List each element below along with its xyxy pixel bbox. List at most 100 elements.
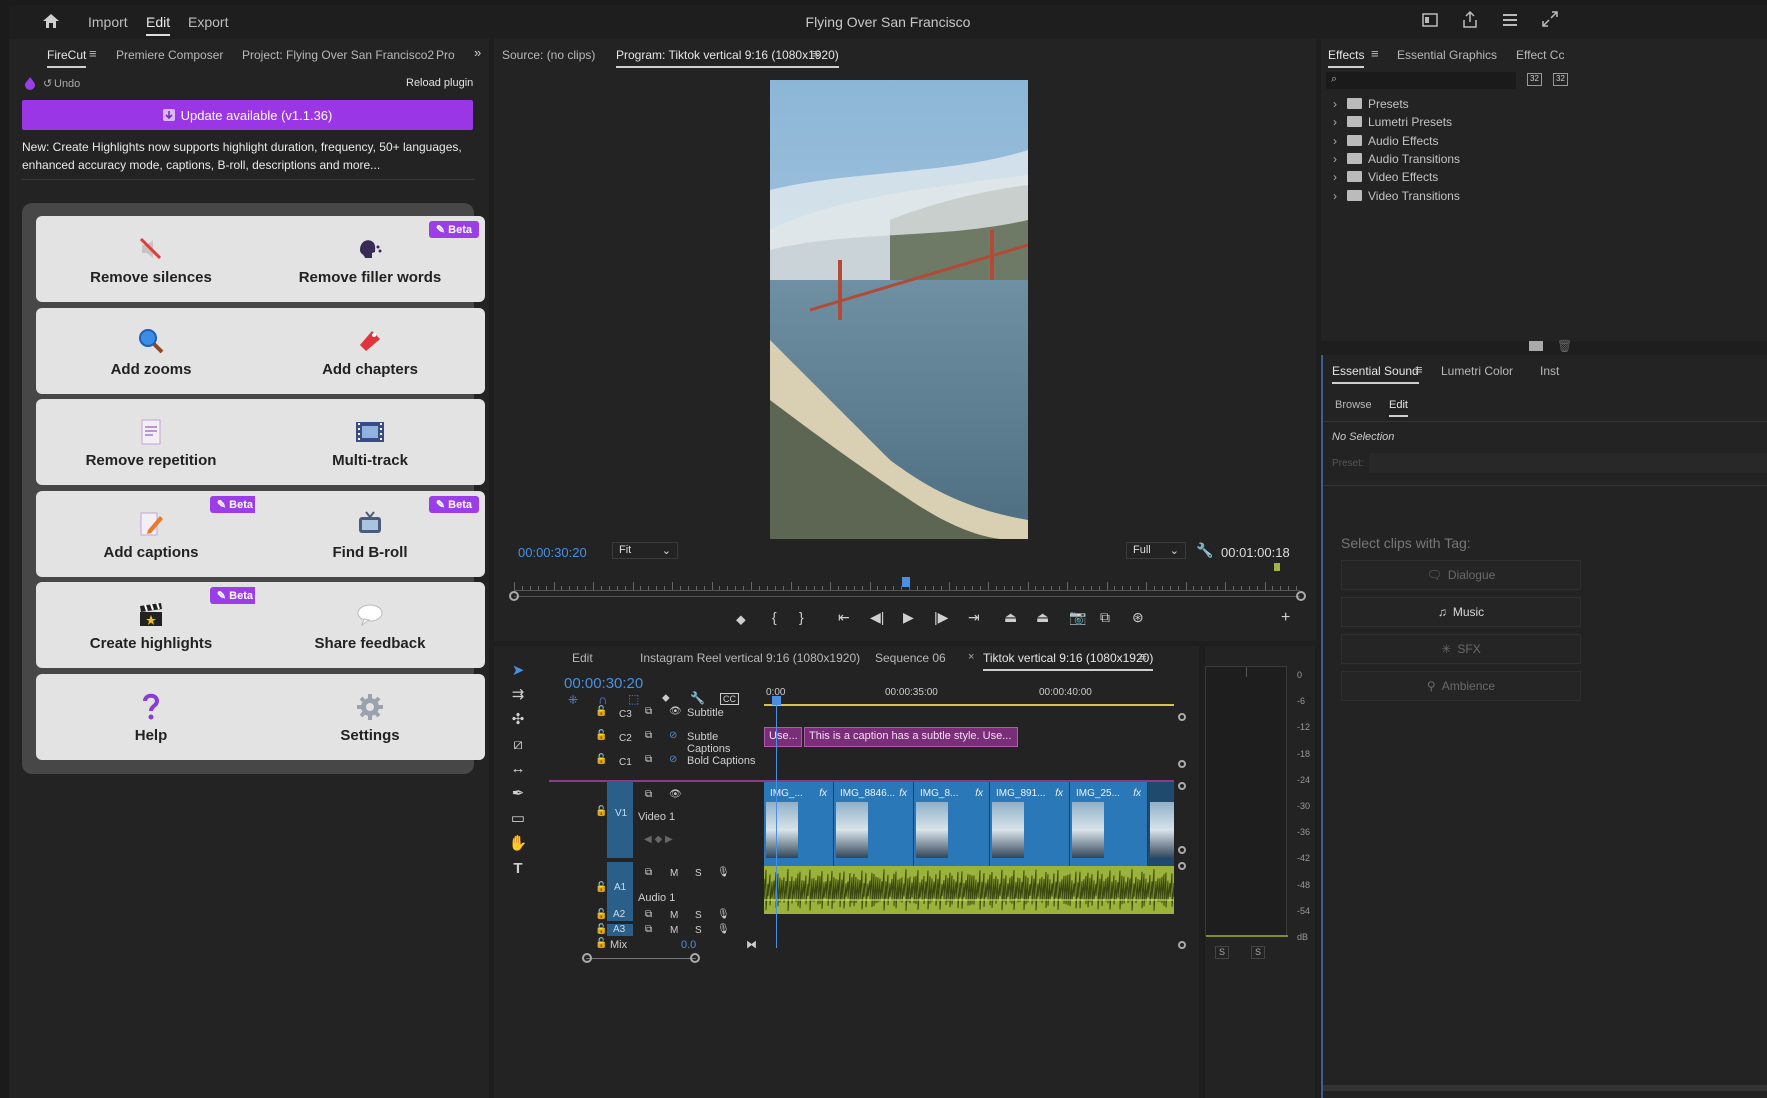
add-button-icon[interactable]: + xyxy=(1281,609,1290,627)
selection-tool-icon[interactable]: ➤ xyxy=(508,660,528,680)
mute-a1-button[interactable]: M xyxy=(670,868,678,879)
program-playhead[interactable] xyxy=(902,577,910,587)
panel-scrollbar[interactable] xyxy=(1323,1085,1767,1091)
timeline-tab-edit[interactable]: Edit xyxy=(572,651,593,665)
pen-tool-icon[interactable]: ✒ xyxy=(508,783,528,803)
trash-icon[interactable]: 🗑 xyxy=(1557,339,1572,353)
effects-search-input[interactable]: ⌕ xyxy=(1326,72,1516,89)
vertical-zoom-handle[interactable] xyxy=(1178,782,1186,790)
timeline-settings-icon[interactable]: 🔧 xyxy=(690,691,705,705)
track-a3-target[interactable]: A3 xyxy=(607,924,633,936)
lock-icon[interactable]: 🔓 xyxy=(595,806,607,817)
comparison-view-icon[interactable]: ⧉ xyxy=(1100,609,1110,626)
extract-icon[interactable]: ⏏ xyxy=(1036,609,1049,626)
timeline-playhead[interactable] xyxy=(776,696,777,948)
timeline-marker-icon[interactable]: ⬥ xyxy=(662,692,670,705)
program-current-time[interactable]: 00:00:30:20 xyxy=(518,545,587,560)
remove-silences-button[interactable]: Remove silences xyxy=(36,216,266,302)
panel-layout-icon[interactable] xyxy=(1422,13,1438,27)
workspaces-menu-icon[interactable] xyxy=(1502,12,1518,28)
solo-a2-button[interactable]: S xyxy=(695,910,702,921)
track-a2-target[interactable]: A2 xyxy=(607,909,633,921)
tab-source[interactable]: Source: (no clips) xyxy=(502,48,595,62)
tab-essential-graphics[interactable]: Essential Graphics xyxy=(1397,48,1497,62)
tab-program[interactable]: Program: Tiktok vertical 9:16 (1080x1920… xyxy=(616,48,839,68)
ambience-tag-button[interactable]: ⚲ Ambience xyxy=(1341,671,1581,701)
video-clip[interactable]: IMG_... fx xyxy=(764,782,834,866)
add-captions-button[interactable]: Add captions ✎ Beta xyxy=(36,490,266,577)
solo-left-button[interactable]: S xyxy=(1215,946,1229,959)
go-to-in-icon[interactable]: ⇤ xyxy=(838,609,850,626)
subtab-browse[interactable]: Browse xyxy=(1335,399,1372,411)
sync-lock-icon[interactable]: ⧉ xyxy=(645,924,652,935)
essential-sound-menu-icon[interactable]: ≡ xyxy=(1415,362,1423,377)
add-marker-icon[interactable]: ⬥ xyxy=(736,611,746,628)
mix-volume-value[interactable]: 0.0 xyxy=(681,939,696,951)
export-frame-icon[interactable]: 📷 xyxy=(1069,609,1086,626)
track-c3-label[interactable]: C3 xyxy=(619,709,632,720)
lock-icon[interactable]: 🔓 xyxy=(595,730,607,741)
new-bin-32-icon[interactable]: 32 xyxy=(1527,73,1542,86)
zoom-scroll-bar[interactable] xyxy=(514,596,1300,597)
lock-icon[interactable]: 🔓 xyxy=(595,938,607,949)
undo-link[interactable]: Undo xyxy=(54,78,80,90)
audio-waveform-clip[interactable] xyxy=(764,866,1174,914)
linked-selection-icon[interactable]: ⬚ xyxy=(628,692,639,706)
sync-lock-icon[interactable]: ⧉ xyxy=(645,909,652,920)
timeline-tab-instagram[interactable]: Instagram Reel vertical 9:16 (1080x1920) xyxy=(640,651,860,665)
create-highlights-button[interactable]: Create highlights ✎ Beta xyxy=(36,582,266,668)
tab-menu-icon[interactable]: ≡ xyxy=(89,46,97,61)
tab-essential-sound[interactable]: Essential Sound xyxy=(1332,364,1419,384)
lock-icon[interactable]: 🔓 xyxy=(595,706,607,717)
vertical-zoom-handle[interactable] xyxy=(1178,862,1186,870)
effects-tree-item[interactable]: › Presets xyxy=(1333,97,1409,111)
lock-icon[interactable]: 🔓 xyxy=(595,924,607,935)
scroll-handle-right[interactable] xyxy=(1296,591,1306,601)
dialogue-tag-button[interactable]: 🗨 Dialogue xyxy=(1341,560,1581,590)
tab-info[interactable]: Inst xyxy=(1540,364,1559,378)
overflow-chevron-icon[interactable]: » xyxy=(474,45,481,60)
subtab-edit[interactable]: Edit xyxy=(1389,399,1408,417)
mark-out-icon[interactable]: } xyxy=(799,609,804,625)
caption-clip[interactable]: Use... xyxy=(764,727,802,747)
track-c2-label[interactable]: C2 xyxy=(619,733,632,744)
video-clip[interactable]: IMG_8846... fx xyxy=(834,782,914,866)
type-tool-icon[interactable]: T xyxy=(508,858,528,878)
tab-firecut[interactable]: FireCut xyxy=(47,48,87,68)
fit-dropdown[interactable]: Fit ⌄ xyxy=(612,542,678,559)
keyframe-nav-icon[interactable]: ◀ ◆ ▶ xyxy=(644,834,673,845)
slip-tool-icon[interactable]: ↔ xyxy=(508,758,528,778)
timeline-ruler[interactable]: 0:00 00:00:35:00 00:00:40:00 xyxy=(764,684,1174,706)
effects-tree-item[interactable]: › Audio Transitions xyxy=(1333,152,1460,166)
undo-icon[interactable]: ↺ xyxy=(43,77,52,90)
caption-clip[interactable]: This is a caption has a subtle style. Us… xyxy=(804,727,1018,747)
lock-icon[interactable]: 🔓 xyxy=(595,909,607,920)
track-v1-target[interactable]: V1 xyxy=(607,781,633,858)
share-icon[interactable] xyxy=(1462,11,1478,29)
share-feedback-button[interactable]: Share feedback xyxy=(255,582,485,668)
new-folder-icon[interactable] xyxy=(1529,341,1543,351)
eye-icon[interactable]: 👁 xyxy=(669,706,682,717)
lock-icon[interactable]: 🔓 xyxy=(595,882,607,893)
mix-end-icon[interactable]: ⧓ xyxy=(746,938,757,951)
rectangle-tool-icon[interactable]: ▭ xyxy=(508,808,528,828)
help-button[interactable]: Help xyxy=(36,673,266,760)
video-clip[interactable]: IMG_891... fx xyxy=(990,782,1070,866)
update-available-button[interactable]: Update available (v1.1.36) xyxy=(22,100,473,130)
mute-a2-button[interactable]: M xyxy=(670,910,678,921)
track-select-tool-icon[interactable]: ⇉ xyxy=(508,684,528,704)
timeline-tab-tiktok[interactable]: Tiktok vertical 9:16 (1080x1920) xyxy=(983,651,1154,671)
vertical-zoom-handle[interactable] xyxy=(1178,760,1186,768)
scroll-handle-right[interactable] xyxy=(690,953,700,963)
eye-hidden-icon[interactable]: ⊘ xyxy=(669,754,677,765)
quality-dropdown[interactable]: Full ⌄ xyxy=(1126,542,1186,559)
track-c1-label[interactable]: C1 xyxy=(619,757,632,768)
solo-a3-button[interactable]: S xyxy=(695,925,702,936)
vertical-zoom-handle[interactable] xyxy=(1178,713,1186,721)
ripple-edit-tool-icon[interactable]: ✣ xyxy=(508,709,528,729)
step-forward-icon[interactable]: |▶ xyxy=(934,609,948,626)
step-back-icon[interactable]: ◀| xyxy=(870,609,884,626)
magnet-icon[interactable]: ∩ xyxy=(598,692,607,707)
marker-icon[interactable] xyxy=(1274,563,1280,571)
sync-lock-icon[interactable]: ⧉ xyxy=(645,867,652,878)
